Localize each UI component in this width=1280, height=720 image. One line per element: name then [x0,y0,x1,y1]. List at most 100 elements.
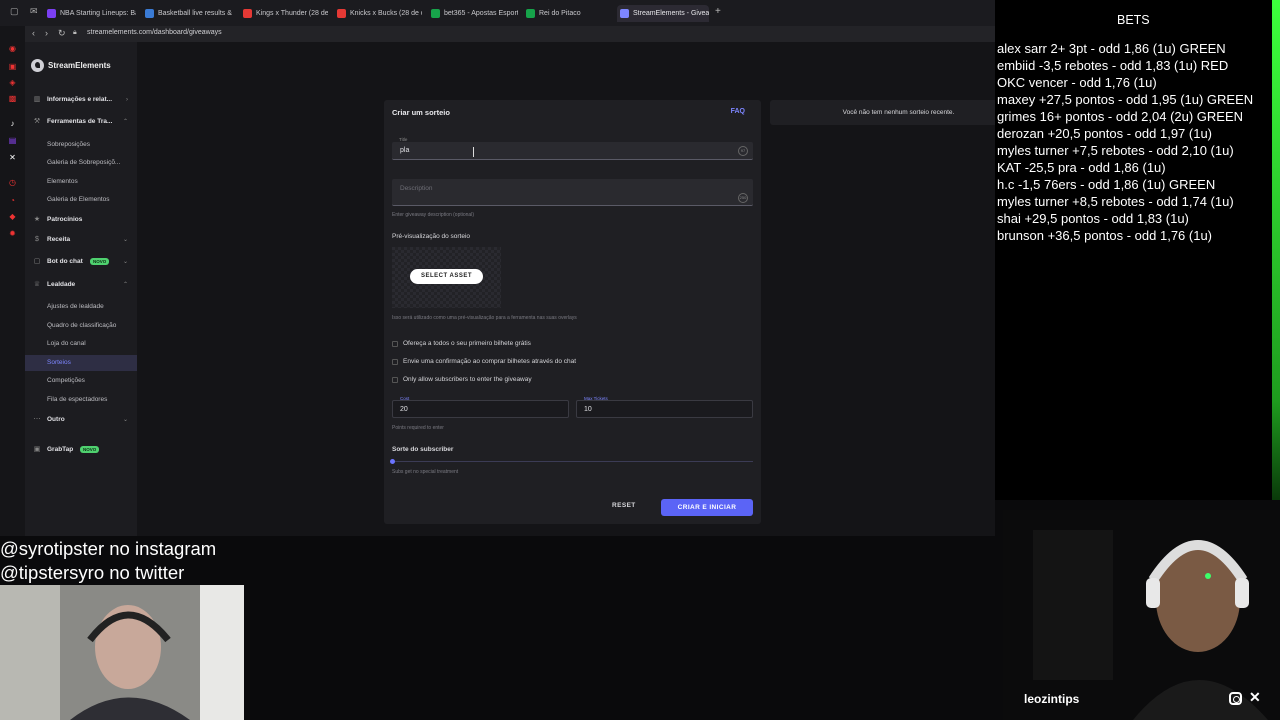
whatsapp-icon[interactable]: ▩ [8,94,17,103]
slider-handle[interactable] [390,459,395,464]
instagram-handle: @syrotipster no instagram [0,538,217,559]
tiktok-icon[interactable]: ♪ [8,119,17,128]
checkbox[interactable] [392,341,398,347]
sidebar-item[interactable]: ▢ Bot do chat NOVO ⌄ [25,254,137,270]
option-chat-confirmation[interactable]: Envie uma confirmação ao comprar bilhete… [392,357,576,367]
checkbox[interactable] [392,377,398,383]
sidebar-item[interactable]: Sobreposições [25,137,137,153]
chevron-icon: › [126,97,128,103]
option-subscribers-only[interactable]: Only allow subscribers to enter the give… [392,375,532,385]
bet-line: h.c -1,5 76ers - odd 1,86 (1u) GREEN [997,177,1216,192]
reload-icon[interactable]: ↻ [58,28,66,39]
sidebar-item[interactable]: Sorteios [25,355,137,371]
bets-title: BETS [1117,13,1150,27]
sidebar-item[interactable]: Ajustes de lealdade [25,299,137,315]
sidebar-item-icon: ▢ [33,258,41,265]
sidebar-item-label: Ferramentas de Tra... [47,118,113,125]
sidebar-item[interactable]: Quadro de classificação [25,318,137,334]
browser-tab[interactable]: bet365 - Apostas Esporti [428,5,518,22]
x-logo-icon: ✕ [1249,689,1261,705]
sidebar-item[interactable]: ▥ Informações e relat... › [25,92,137,108]
description-hint: Enter giveaway description (optional) [392,212,474,218]
subscriber-luck-heading: Sorte do subscriber [392,446,454,453]
streamer-webcam [1003,510,1280,720]
option-free-ticket[interactable]: Ofereça a todos o seu primeiro bilhete g… [392,339,531,349]
back-icon[interactable]: ‹ [32,28,35,38]
app-sidebar: StreamElements ▥ Informações e relat... › ⚒… [25,42,137,536]
cost-value: 20 [400,406,408,413]
sidebar-item[interactable]: Galeria de Sobreposiçõ... [25,155,137,171]
bet-line: shai +29,5 pontos - odd 1,83 (1u) [997,211,1189,226]
address-bar: ‹ › ↻ 🔒︎ streamelements.com/dashboard/gi… [25,26,995,42]
sidebar-item-icon: ⋯ [33,416,41,423]
history-icon[interactable]: ◷ [8,178,17,187]
browser-tab[interactable]: NBA Starting Lineups: Ba [44,5,136,22]
sidebar-item-label: Outro [47,416,65,423]
opera-icon[interactable]: ◉ [8,44,17,53]
max-tickets-label: Max Tickets [584,396,608,401]
new-tab-button[interactable]: + [715,6,721,17]
tab-label: Kings x Thunder (28 de o [256,10,328,17]
sidebar-item-label: Sorteios [47,359,71,366]
tab-favicon-icon [337,9,346,18]
browser-tab[interactable]: StreamElements - Giveaw [617,5,709,22]
create-and-start-button[interactable]: CRIAR E INICIAR [661,499,753,516]
recent-giveaways-empty: Você não tem nenhum sorteio recente. [770,100,1027,125]
sidebar-item-label: Informações e relat... [47,96,113,103]
chevron-icon: ⌃ [122,119,128,125]
brand-logo[interactable]: StreamElements [31,59,111,72]
messenger-icon[interactable]: ◈ [8,78,17,87]
tab-favicon-icon [47,9,56,18]
select-asset-button[interactable]: SELECT ASSET [410,269,483,284]
checkbox[interactable] [392,359,398,365]
tab-label: Rei do Pitaco [539,10,581,17]
forward-icon[interactable]: › [45,28,48,38]
extensions-icon[interactable]: ◆ [8,212,17,221]
sidebar-item[interactable]: Loja do canal [25,336,137,352]
browser-tab[interactable]: Knicks x Bucks (28 de o [334,5,422,22]
downloads-icon[interactable]: ◔ [8,196,17,205]
title-field[interactable]: Title pla 97 [392,137,753,160]
sidebar-item[interactable]: $ Receita ⌄ [25,232,137,248]
browser-tab[interactable]: Rei do Pitaco [523,5,611,22]
preview-hint: Isso será utilizado como uma pré-visuali… [392,315,577,321]
bet-line: alex sarr 2+ 3pt - odd 1,86 (1u) GREEN [997,41,1226,56]
twitch-icon[interactable]: ▤ [8,136,17,145]
faq-link[interactable]: FAQ [731,108,745,115]
window-menu-icon[interactable]: ▢ [10,6,19,17]
max-tickets-field[interactable]: Max Tickets 10 [576,396,753,418]
reset-button[interactable]: RESET [612,502,636,509]
tab-favicon-icon [145,9,154,18]
sidebar-item-label: Fila de espectadores [47,396,108,403]
sidebar-item-label: Quadro de classificação [47,322,117,329]
bet-line: brunson +36,5 pontos - odd 1,76 (1u) [997,228,1213,243]
description-field[interactable]: Description 250 [392,179,753,206]
preview-box: SELECT ASSET [392,247,501,308]
browser-tab[interactable]: Basketball live results & [142,5,234,22]
tab-favicon-icon [620,9,629,18]
settings-icon[interactable]: ✹ [8,229,17,238]
url-field[interactable]: streamelements.com/dashboard/giveaways [87,29,222,36]
sidebar-item[interactable]: ▣ GrabTap NOVO [25,442,137,458]
cost-field[interactable]: Cost 20 [392,396,569,418]
sidebar-item[interactable]: Fila de espectadores [25,392,137,408]
browser-tab[interactable]: Kings x Thunder (28 de o [240,5,328,22]
sidebar-item-label: Receita [47,236,71,243]
sidebar-item[interactable]: ★ Patrocínios [25,212,137,228]
sidebar-item[interactable]: Elementos [25,174,137,190]
sidebar-item-label: Lealdade [47,281,76,288]
x-icon[interactable]: ✕ [8,153,17,162]
tab-favicon-icon [526,9,535,18]
streamer-name: leozintips [1024,692,1080,706]
max-tickets-value: 10 [584,406,592,413]
sidebar-item[interactable]: Competições [25,373,137,389]
tab-list-icon[interactable]: ✉ [30,6,38,17]
store-icon[interactable]: ▣ [8,62,17,71]
sidebar-item[interactable]: ♕ Lealdade ⌃ [25,277,137,293]
sidebar-item[interactable]: ⚒ Ferramentas de Tra... ⌃ [25,114,137,130]
sidebar-item[interactable]: Galeria de Elementos [25,192,137,208]
browser-side-strip: ◉ ▣ ◈ ▩ ♪ ▤ ✕ ◷ ◔ ◆ ✹ [0,26,25,536]
sidebar-item[interactable]: ⋯ Outro ⌄ [25,412,137,428]
subscriber-luck-slider[interactable] [390,459,753,464]
chevron-icon: ⌄ [122,259,128,265]
